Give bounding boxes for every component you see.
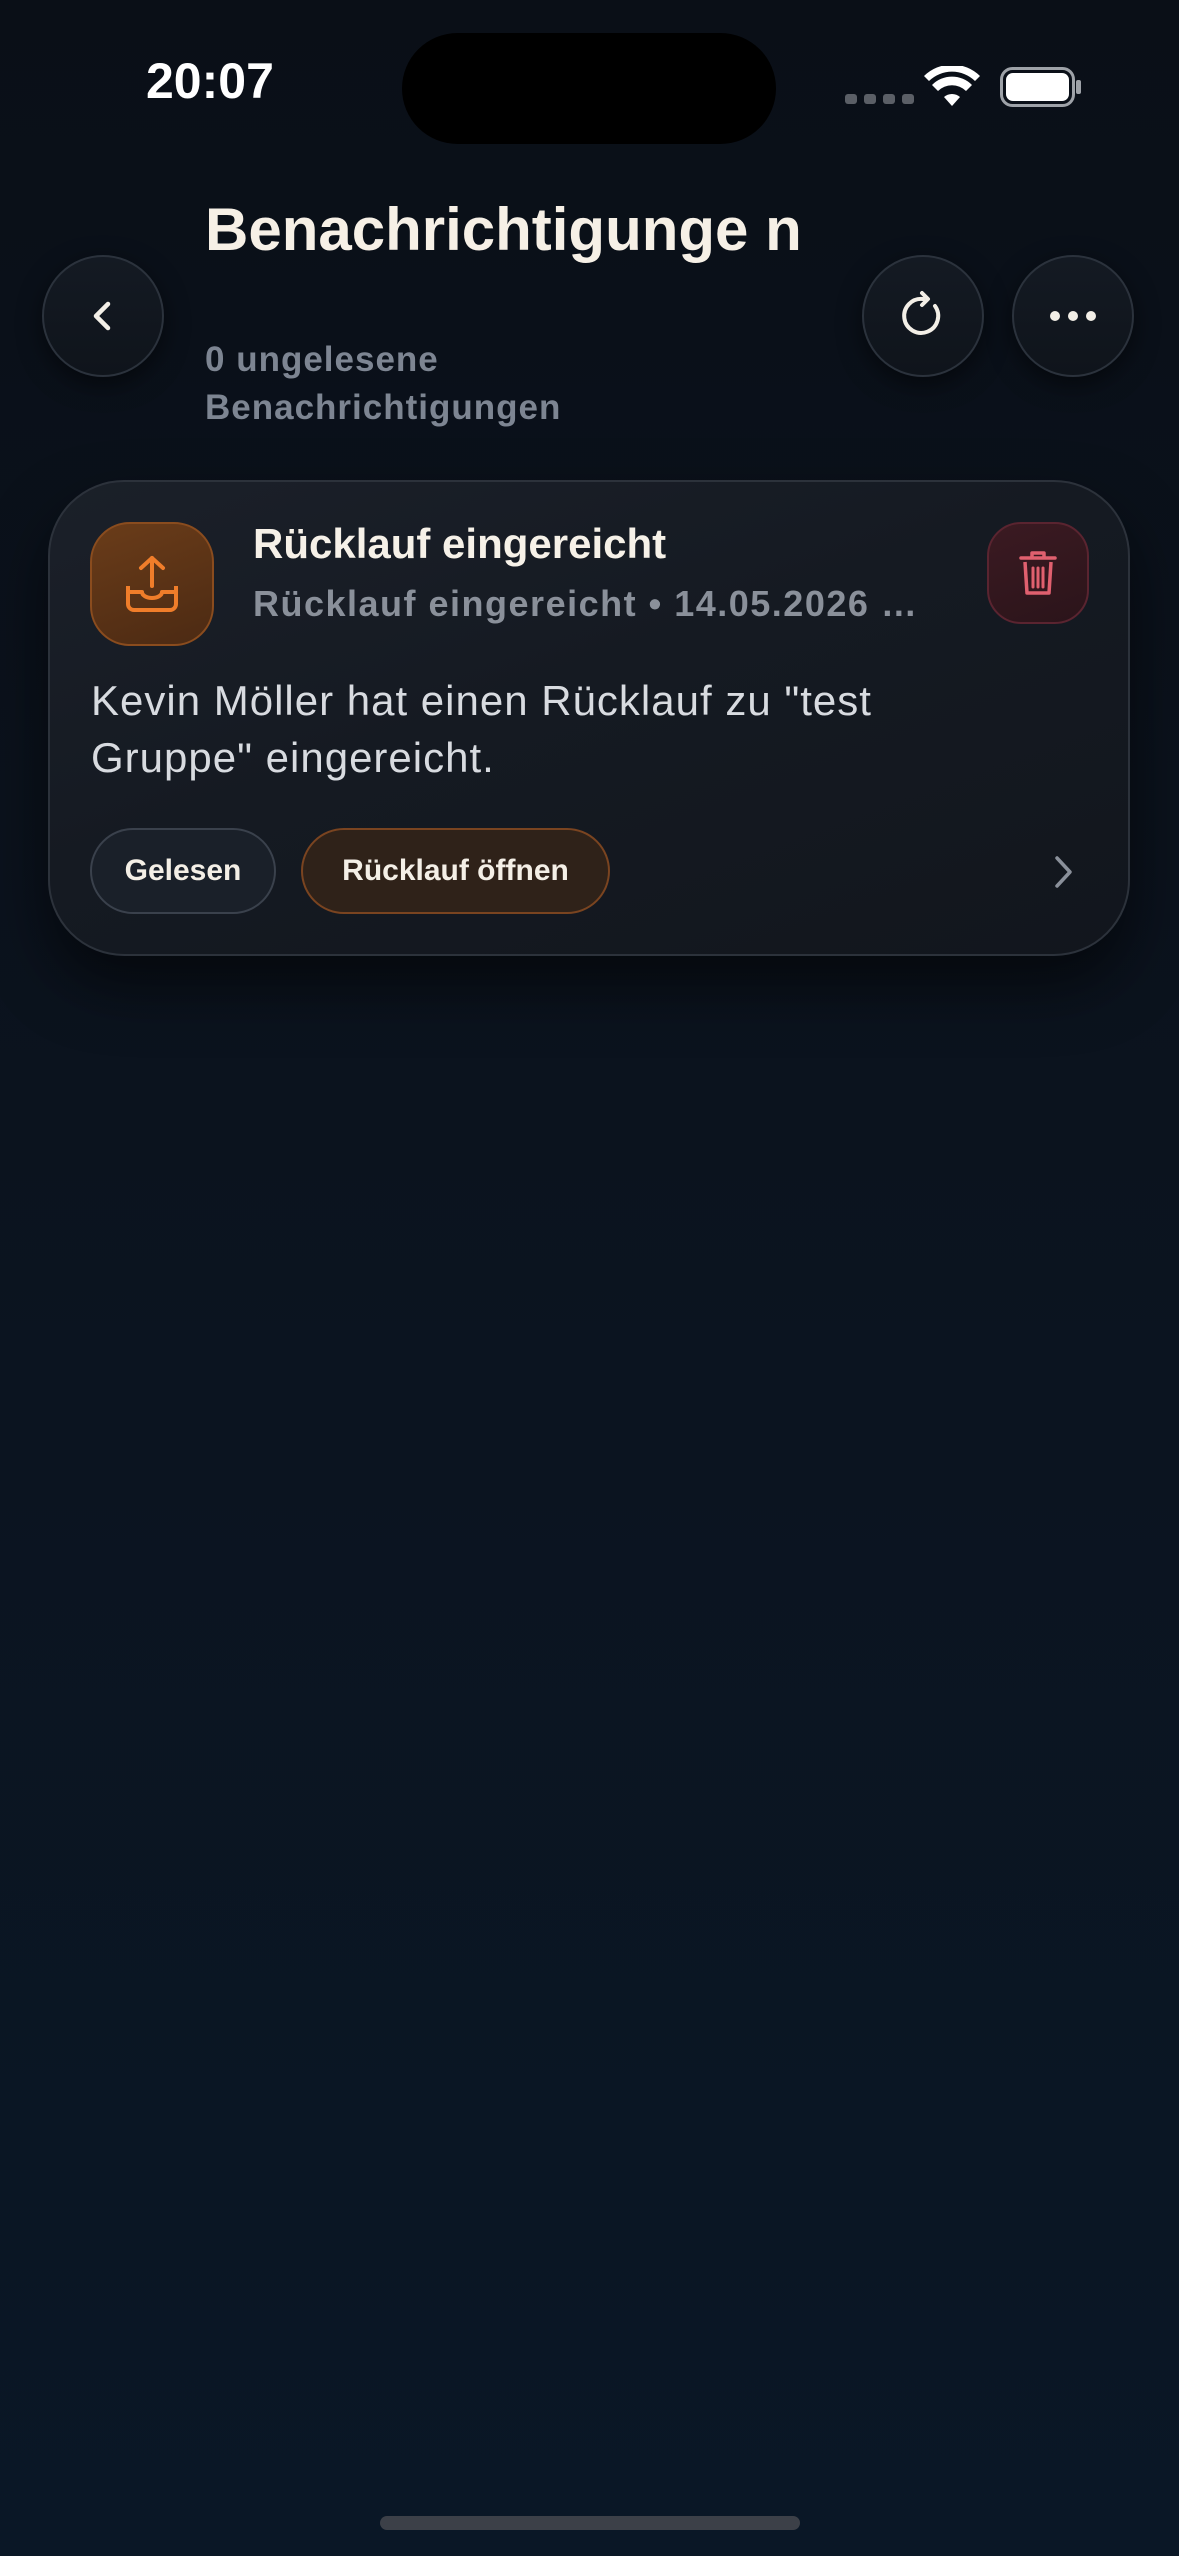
- notification-type-badge: [90, 522, 214, 646]
- delete-notification-button[interactable]: [987, 522, 1089, 624]
- trash-icon: [1019, 551, 1057, 595]
- dynamic-island: [402, 33, 776, 144]
- unread-count-subtitle: 0 ungelesene Benachrichtigungen: [205, 340, 562, 427]
- page-title: Benachrichtigunge n: [205, 196, 802, 263]
- chevron-left-icon: [93, 301, 111, 331]
- back-button[interactable]: [42, 255, 164, 377]
- notification-title: Rücklauf eingereicht: [253, 520, 667, 567]
- ellipsis-icon: [1050, 311, 1096, 321]
- mark-read-button[interactable]: Gelesen: [90, 828, 276, 914]
- home-indicator[interactable]: [380, 2516, 800, 2530]
- more-options-button[interactable]: [1012, 255, 1134, 377]
- cellular-signal-icon: [845, 94, 914, 104]
- refresh-button[interactable]: [862, 255, 984, 377]
- refresh-icon: [902, 291, 941, 335]
- battery-icon: [1000, 67, 1081, 107]
- chevron-right-icon[interactable]: [1048, 852, 1078, 892]
- status-time: 20:07: [146, 53, 274, 109]
- inbox-upload-icon: [126, 556, 178, 612]
- notification-meta: Rücklauf eingereicht • 14.05.2026 …: [253, 583, 919, 624]
- open-ruecklauf-button[interactable]: Rücklauf öffnen: [301, 828, 610, 914]
- notification-body: Kevin Möller hat einen Rücklauf zu "test…: [91, 677, 872, 781]
- wifi-icon: [924, 66, 980, 106]
